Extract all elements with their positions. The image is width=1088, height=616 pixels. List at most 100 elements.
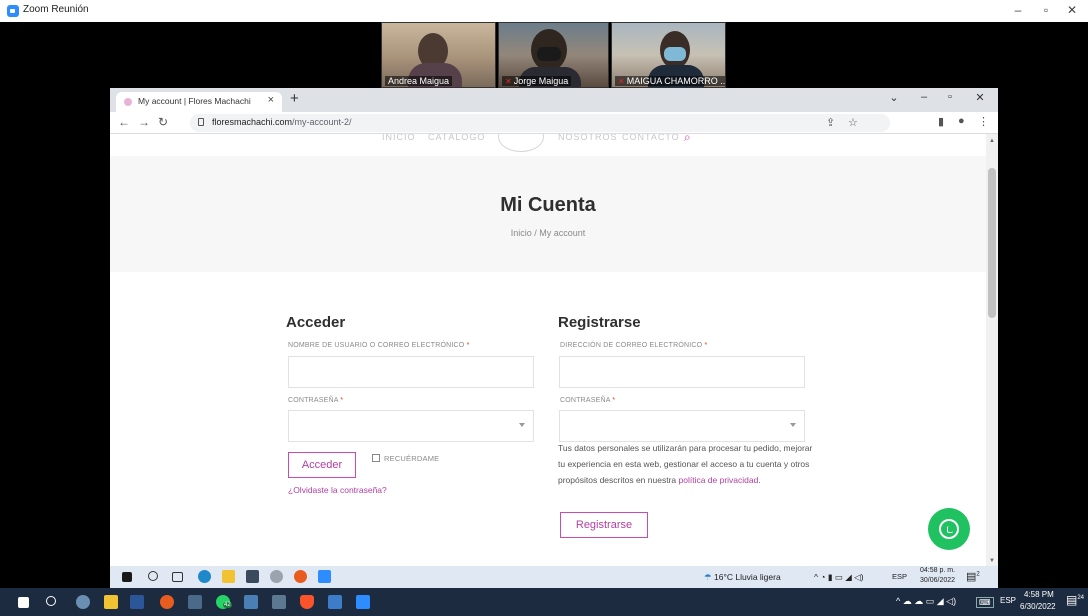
nav-link-inicio[interactable]: INICIO	[382, 134, 416, 142]
file-explorer-icon[interactable]	[104, 595, 118, 609]
weather-widget[interactable]: ☂ 16°C Lluvia ligera	[704, 572, 781, 583]
zoom-window-title: Zoom Reunión	[23, 4, 89, 15]
chrome-icon[interactable]	[294, 570, 307, 583]
side-panel-icon[interactable]: ▮	[938, 115, 944, 128]
chrome-icon[interactable]	[160, 595, 174, 609]
app-icon[interactable]	[272, 595, 286, 609]
register-email-input[interactable]	[559, 356, 805, 388]
nav-link-contacto[interactable]: CONTACTO	[622, 134, 680, 142]
browser-toolbar: ← → ↻ floresmachachi.com/my-account-2/ ⇪…	[110, 112, 998, 134]
site-logo[interactable]	[498, 134, 544, 152]
login-button[interactable]: Acceder	[288, 452, 356, 478]
scroll-down-arrow-icon[interactable]: ▼	[989, 558, 995, 564]
login-password-label: CONTRASEÑA *	[288, 397, 344, 404]
forward-arrow-icon[interactable]: →	[138, 115, 150, 129]
lock-icon	[198, 118, 204, 126]
back-arrow-icon[interactable]: ←	[118, 115, 130, 129]
windows-start-icon[interactable]	[18, 597, 29, 608]
tab-close-icon[interactable]: ×	[268, 94, 274, 106]
show-password-icon[interactable]	[790, 423, 796, 427]
remote-taskbar: ☂ 16°C Lluvia ligera ^ ◔ ▮ ▭ ◢ ◁) ESP 04…	[110, 566, 998, 588]
local-language-indicator[interactable]: ESP	[1000, 596, 1016, 605]
nav-link-catalogo[interactable]: CATÁLOGO	[428, 134, 485, 142]
forgot-password-link[interactable]: ¿Olvidaste la contraseña?	[288, 485, 387, 495]
show-password-icon[interactable]	[519, 423, 525, 427]
browser-minimize-button[interactable]: –	[914, 91, 934, 103]
privacy-notice: Tus datos personales se utilizarán para …	[558, 443, 813, 485]
participant-name: ✕ Jorge Maigua	[502, 76, 572, 86]
muted-mic-icon: ✕	[618, 77, 625, 86]
profile-icon[interactable]: ●	[958, 115, 965, 127]
local-taskbar: 42 ^ ☁ ☁ ▭ ◢ ◁) ⌨ ESP 4:58 PM 6/30/2022 …	[0, 588, 1088, 616]
edge-browser-icon[interactable]	[198, 570, 211, 583]
participant-name: ✕ MAIGUA CHAMORRO ...	[615, 76, 725, 86]
page-scrollbar[interactable]: ▲ ▼	[986, 134, 998, 566]
windows-start-icon[interactable]	[122, 572, 132, 582]
video-tile-maigua-chamorro[interactable]: ✕ MAIGUA CHAMORRO ...	[611, 22, 726, 88]
browser-restore-button[interactable]: ▫	[940, 91, 960, 103]
privacy-policy-link[interactable]: política de privacidad	[678, 475, 758, 485]
store-icon[interactable]	[246, 570, 259, 583]
search-icon[interactable]: ⌕	[684, 134, 692, 145]
whatsapp-icon[interactable]: 42	[216, 595, 232, 609]
remote-language-indicator[interactable]: ESP	[892, 572, 907, 581]
tray-icons[interactable]: ^ ☁ ☁ ▭ ◢ ◁)	[896, 596, 956, 607]
share-icon[interactable]: ⇪	[826, 116, 835, 129]
tab-search-button[interactable]: ⌄	[884, 91, 904, 104]
register-heading: Registrarse	[558, 314, 641, 331]
zoom-icon[interactable]	[318, 570, 331, 583]
zoom-logo-icon	[7, 5, 19, 17]
browser-tab-bar: My account | Flores Machachi × + ⌄ – ▫ ✕	[110, 88, 998, 112]
mail-icon[interactable]	[244, 595, 258, 609]
search-icon[interactable]	[148, 571, 158, 581]
whatsapp-icon	[939, 519, 959, 539]
bookmark-star-icon[interactable]: ☆	[848, 116, 858, 129]
local-notification-icon[interactable]: ▤24	[1066, 593, 1084, 607]
reload-icon[interactable]: ↻	[158, 115, 168, 129]
login-password-input[interactable]	[288, 410, 534, 442]
video-tile-jorge[interactable]: ✕ Jorge Maigua	[498, 22, 609, 88]
keyboard-icon[interactable]: ⌨	[976, 597, 994, 608]
new-tab-button[interactable]: +	[290, 90, 299, 107]
remember-me-checkbox[interactable]	[372, 454, 380, 462]
brave-browser-icon[interactable]	[300, 595, 314, 609]
app-icon[interactable]	[76, 595, 90, 609]
register-button[interactable]: Registrarse	[560, 512, 648, 538]
page-title: Mi Cuenta	[500, 194, 596, 216]
browser-menu-icon[interactable]: ⋮	[978, 115, 989, 128]
breadcrumb: Inicio / My account	[510, 228, 586, 238]
muted-mic-icon: ✕	[505, 77, 512, 86]
remember-me-label: RECUÉRDAME	[384, 454, 440, 463]
video-tile-andrea[interactable]: Andrea Maigua	[381, 22, 496, 88]
login-heading: Acceder	[286, 314, 346, 331]
participant-name: Andrea Maigua	[385, 76, 453, 86]
tray-icons[interactable]: ^ ◔ ▮ ▭ ◢ ◁)	[814, 572, 864, 583]
browser-tab[interactable]: My account | Flores Machachi ×	[116, 92, 282, 112]
weather-icon: ☂	[704, 572, 714, 582]
word-icon[interactable]	[130, 595, 144, 609]
address-bar[interactable]: floresmachachi.com/my-account-2/ ⇪ ☆	[190, 114, 890, 132]
mask-shape	[664, 47, 686, 61]
register-password-input[interactable]	[559, 410, 805, 442]
task-view-icon[interactable]	[172, 572, 183, 582]
remote-notification-icon[interactable]: ▤2	[966, 570, 980, 583]
scrollbar-thumb[interactable]	[988, 168, 996, 318]
zoom-close-button[interactable]: ✕	[1062, 3, 1082, 17]
username-input[interactable]	[288, 356, 534, 388]
nav-link-nosotros[interactable]: NOSOTROS	[558, 134, 618, 142]
search-icon[interactable]	[46, 596, 56, 606]
zoom-icon[interactable]	[356, 595, 370, 609]
remote-clock-date: 30/06/2022	[920, 577, 956, 584]
favicon-icon	[124, 98, 132, 106]
app-icon[interactable]	[270, 570, 283, 583]
scroll-up-arrow-icon[interactable]: ▲	[989, 138, 995, 144]
file-explorer-icon[interactable]	[222, 570, 235, 583]
app-icon[interactable]	[188, 595, 202, 609]
browser-close-button[interactable]: ✕	[970, 91, 990, 104]
remote-clock-time: 04:58 p. m.	[920, 567, 956, 574]
site-navigation: INICIO CATÁLOGO NOSOTROS CONTACTO ⌕	[110, 134, 986, 156]
whatsapp-chat-button[interactable]	[928, 508, 970, 550]
photos-icon[interactable]	[328, 595, 342, 609]
zoom-restore-button[interactable]: ▫	[1036, 3, 1056, 17]
zoom-minimize-button[interactable]: –	[1008, 3, 1028, 17]
